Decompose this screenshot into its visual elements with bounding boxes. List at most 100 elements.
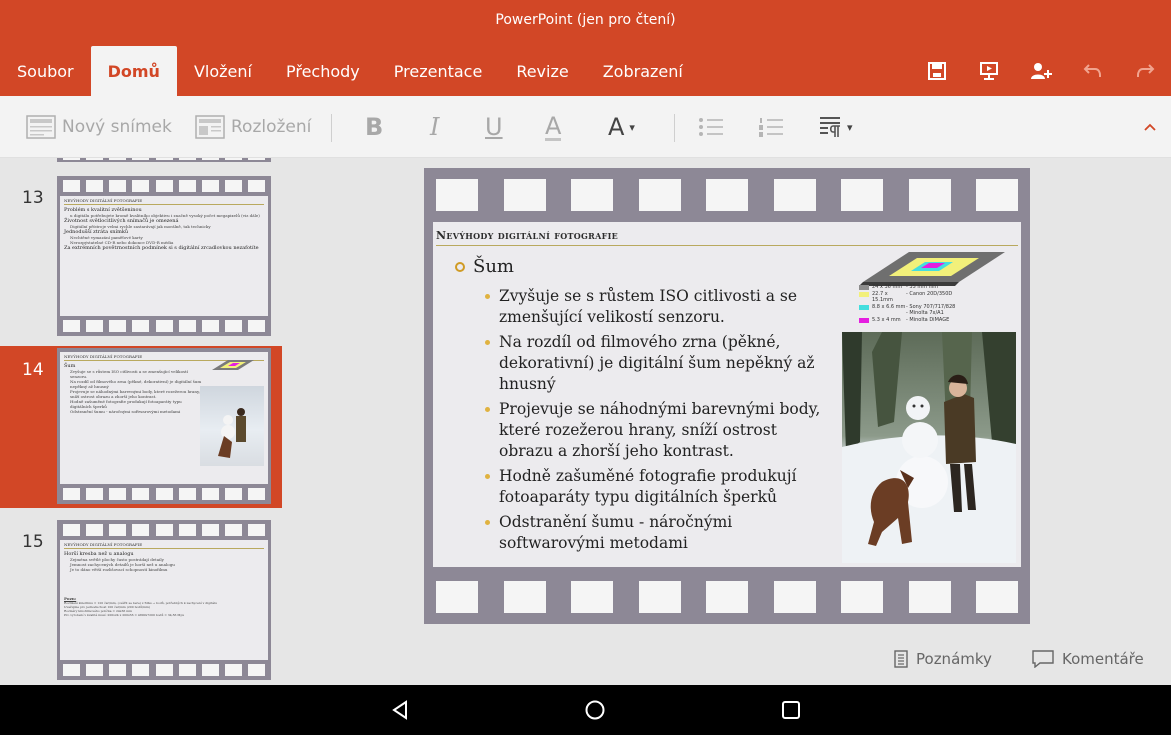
- slide-title: Nevýhody digitální fotografie: [436, 226, 1018, 246]
- snowman-photo: [842, 332, 1016, 563]
- slide-footer-actions: Poznámky Komentáře: [282, 640, 1171, 685]
- italic-button[interactable]: I: [430, 96, 439, 158]
- underline-glyph: U: [485, 113, 503, 141]
- notes-label: Poznámky: [916, 650, 992, 668]
- legend-size: 5.3 x 4 mm: [872, 316, 901, 323]
- save-button[interactable]: [911, 46, 963, 96]
- slide-number: 15: [22, 532, 44, 552]
- notes-button[interactable]: Poznámky: [894, 650, 992, 668]
- film-holes-bottom: [436, 581, 1018, 613]
- undo-button[interactable]: [1067, 46, 1119, 96]
- legend-label: - Minolta DiMAGE: [906, 316, 950, 323]
- photo-thumbnail: [200, 386, 264, 466]
- thumbnail-row-14[interactable]: 14 Nevýhody digitální fotografie Šum Zvy…: [0, 346, 282, 508]
- comment-icon: [1032, 650, 1054, 668]
- thumbnail-note: Pro vyrobení v kvalitě musí: 200x24 x 20…: [64, 613, 185, 617]
- layout-label: Rozložení: [231, 117, 312, 137]
- legend-size: 22.7 x 15.1mm: [872, 290, 893, 304]
- paragraph-icon: [820, 117, 840, 137]
- share-icon: [1031, 63, 1052, 79]
- thumbnail-line: Projevuje se náhodnými barevnými body, k…: [70, 389, 201, 399]
- slide-thumbnail-pane[interactable]: 13 Nevýhody digitální fotografie Problém…: [0, 158, 282, 685]
- tab-revize[interactable]: Revize: [499, 46, 585, 96]
- slide-number: 13: [22, 188, 44, 208]
- recents-button[interactable]: [778, 698, 804, 722]
- sensor-diagram-thumbnail: [212, 360, 254, 370]
- slide-number: 14: [22, 360, 44, 380]
- italic-glyph: I: [430, 113, 440, 141]
- slide-thumbnail[interactable]: Nevýhody digitální fotografie Problém s …: [57, 176, 271, 336]
- tab-vlozeni[interactable]: Vložení: [177, 46, 269, 96]
- home-button[interactable]: [582, 698, 608, 722]
- thumbnail-title: Nevýhody digitální fotografie: [64, 542, 264, 549]
- toolbar-divider: [331, 114, 332, 142]
- paragraph-button[interactable]: ▾: [819, 96, 853, 158]
- thumbnail-line: Zvyšuje se s růstem ISO citlivosti a se …: [70, 369, 188, 379]
- numbering-button[interactable]: [758, 96, 784, 158]
- slide-thumbnail-partial[interactable]: [57, 158, 271, 162]
- film-holes-top: [436, 179, 1018, 211]
- thumbnail-row-15[interactable]: 15 Nevýhody digitální fotografie Horší k…: [0, 516, 282, 685]
- tab-prezentace[interactable]: Prezentace: [377, 46, 500, 96]
- notes-icon: [894, 650, 908, 668]
- home-toolbar: Nový snímek Rozložení B I U A A ▾ ▾: [0, 96, 1171, 158]
- thumbnail-line: Hodně zašuměné fotografie produkují foto…: [70, 399, 182, 409]
- font-color-button[interactable]: A: [545, 96, 562, 158]
- save-icon: [928, 62, 946, 80]
- ribbon-tabs: Soubor Domů Vložení Přechody Prezentace …: [0, 46, 700, 96]
- tab-zobrazeni[interactable]: Zobrazení: [586, 46, 700, 96]
- numbered-list-icon: [759, 118, 783, 137]
- app-title: PowerPoint (jen pro čtení): [495, 12, 676, 28]
- new-slide-icon: [26, 115, 56, 139]
- tab-soubor[interactable]: Soubor: [0, 46, 91, 96]
- legend-size: 8.8 x 6.6 mm: [872, 303, 906, 310]
- new-slide-button[interactable]: Nový snímek: [26, 96, 172, 158]
- present-icon: [980, 62, 998, 80]
- slide-thumbnail[interactable]: Nevýhody digitální fotografie Horší kres…: [57, 520, 271, 680]
- redo-button[interactable]: [1119, 46, 1171, 96]
- thumbnail-content: Nevýhody digitální fotografie Šum Zvyšuj…: [60, 352, 268, 484]
- undo-icon: [1083, 64, 1101, 77]
- thumbnail-line: Za extrémních povětrnostních podmínek si…: [64, 245, 259, 251]
- comments-label: Komentáře: [1062, 650, 1144, 668]
- redo-icon: [1137, 64, 1155, 77]
- new-slide-label: Nový snímek: [62, 117, 172, 137]
- legend-swatch: [859, 291, 869, 297]
- thumbnail-line: Na rozdíl od filmového zrna (pěkné, deko…: [70, 379, 202, 389]
- present-button[interactable]: [963, 46, 1015, 96]
- collapse-ribbon-button[interactable]: [1143, 96, 1157, 158]
- legend-swatch: [859, 311, 869, 316]
- thumbnail-content: Nevýhody digitální fotografie Problém s …: [60, 196, 268, 316]
- chevron-up-icon: [1144, 123, 1156, 131]
- font-size-button[interactable]: A ▾: [608, 96, 635, 158]
- slide-thumbnail-selected[interactable]: Nevýhody digitální fotografie Šum Zvyšuj…: [57, 348, 271, 504]
- slide-heading: Šum: [473, 256, 514, 277]
- share-button[interactable]: [1015, 46, 1067, 96]
- toolbar-divider-2: [674, 114, 675, 142]
- legend-swatch: [859, 304, 869, 310]
- slide-heading-bullet: Šum: [455, 256, 514, 277]
- slide-content-area: Nevýhody digitální fotografie Šum Zvyšuj…: [433, 222, 1021, 567]
- thumbnail-line: Je to dáno větší rozlišovací schopností …: [70, 567, 168, 572]
- thumbnail-content: Nevýhody digitální fotografie Horší kres…: [60, 540, 268, 660]
- ribbon-header: PowerPoint (jen pro čtení) Soubor Domů V…: [0, 0, 1171, 96]
- thumbnail-row-13[interactable]: 13 Nevýhody digitální fotografie Problém…: [0, 172, 282, 338]
- bullet-list-icon: [699, 118, 723, 136]
- slide-bullet-list: Zvyšuje se s růstem ISO citlivosti a se …: [485, 286, 825, 558]
- current-slide[interactable]: Nevýhody digitální fotografie Šum Zvyšuj…: [424, 168, 1030, 624]
- slide-bullet: Projevuje se náhodnými barevnými body, k…: [485, 399, 825, 462]
- back-icon: [392, 700, 407, 720]
- underline-button[interactable]: U: [485, 96, 503, 158]
- tab-domu[interactable]: Domů: [90, 46, 177, 96]
- comments-button[interactable]: Komentáře: [1032, 650, 1144, 668]
- layout-button[interactable]: Rozložení: [195, 96, 311, 158]
- slide-bullet: Na rozdíl od filmového zrna (pěkné, deko…: [485, 332, 825, 395]
- bullets-button[interactable]: [698, 96, 724, 158]
- tab-prechody[interactable]: Přechody: [269, 46, 377, 96]
- bold-button[interactable]: B: [365, 96, 383, 158]
- legend-swatch: [859, 317, 869, 323]
- legend-swatch: [859, 285, 869, 290]
- legend-label: - Canon 20D/350D: [906, 290, 953, 297]
- slide-bullet: Odstranění šumu - náročnými softwarovými…: [485, 512, 825, 554]
- back-button[interactable]: [387, 698, 413, 722]
